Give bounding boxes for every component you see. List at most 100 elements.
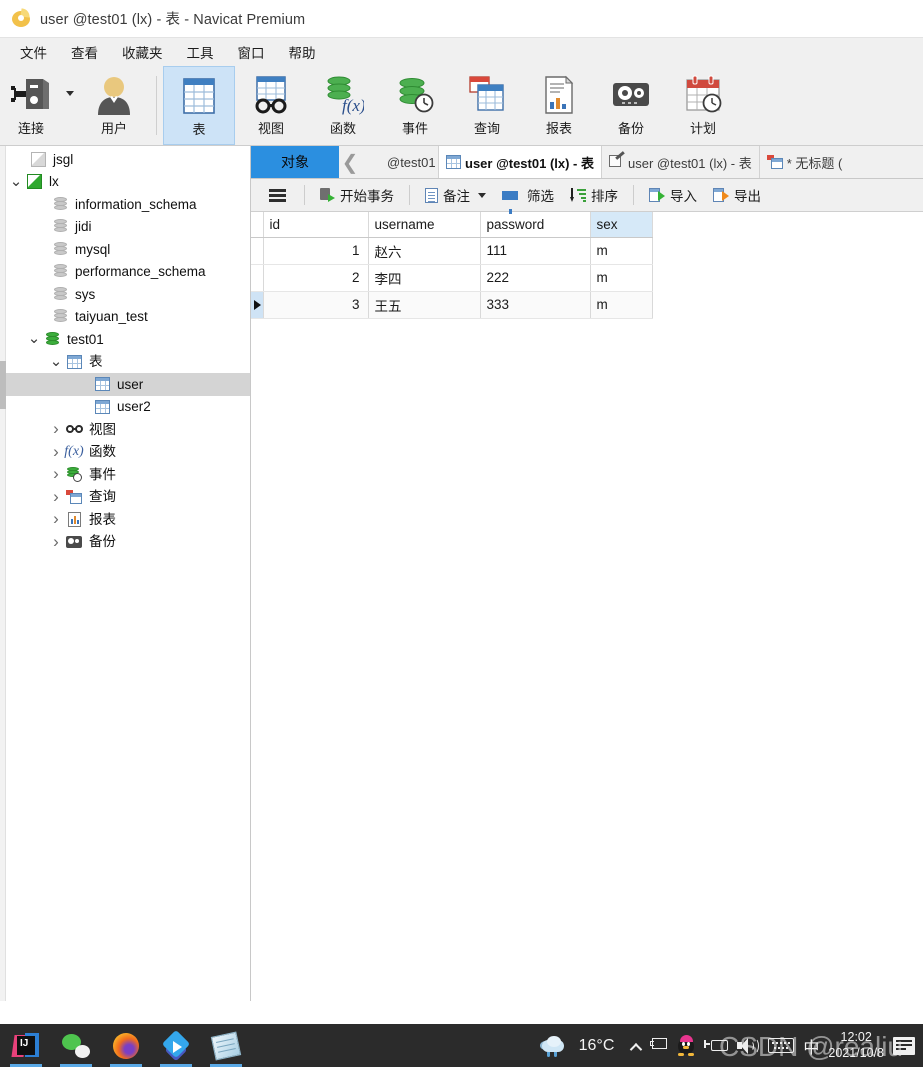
chevron-left-icon[interactable]: ❮ [339,146,361,178]
begin-transaction-button[interactable]: 开始事务 [313,182,401,208]
chevron-right-icon[interactable] [48,514,64,524]
taskbar-app-dingtalk[interactable] [156,1024,196,1067]
tree-item-views-folder[interactable]: 视图 [0,418,250,441]
cell-username[interactable]: 赵六 [368,237,481,265]
chevron-right-icon[interactable] [48,469,64,479]
connection-dropdown-caret[interactable] [62,66,78,145]
taskbar-app-wechat[interactable] [56,1024,96,1067]
tab-objects[interactable]: 对象 [251,146,339,178]
chevron-right-icon[interactable] [48,537,64,547]
grid-menu-button[interactable] [259,186,296,205]
filter-button[interactable]: 筛选 [495,182,561,214]
tree-item-jsgl[interactable]: jsgl [0,148,250,171]
column-header-id[interactable]: id [263,212,369,238]
ribbon-button-query[interactable]: 查询 [451,66,523,145]
taskbar-app-firefox[interactable] [106,1024,146,1067]
tree-item-mysql[interactable]: mysql [0,238,250,261]
tree-item-information-schema[interactable]: information_schema [0,193,250,216]
chevron-right-icon[interactable] [48,447,64,457]
qq-icon[interactable] [677,1035,695,1056]
ribbon-button-report[interactable]: 报表 [523,66,595,145]
table-row[interactable]: 1 赵六 111 m [251,237,653,265]
tab-user-table-data[interactable]: user @test01 (lx) - 表 [439,146,602,178]
begin-transaction-label: 开始事务 [340,189,394,204]
ribbon-button-user[interactable]: 用户 [78,66,150,145]
tree-item-performance-schema[interactable]: performance_schema [0,261,250,284]
menu-file[interactable]: 文件 [8,39,59,65]
cell-password[interactable]: 222 [480,264,591,292]
sort-button[interactable]: 排序 [563,182,625,208]
battery-icon[interactable] [704,1039,729,1053]
cell-id[interactable]: 1 [263,237,369,265]
taskbar-app-intellij-idea[interactable]: IJ [6,1024,46,1067]
cell-id[interactable]: 2 [263,264,369,292]
tab-untitled-query[interactable]: * 无标题 ( [759,146,850,178]
cell-sex[interactable]: m [590,237,653,265]
keyboard-icon[interactable] [768,1038,795,1053]
ribbon-button-view[interactable]: 视图 [235,66,307,145]
menu-help[interactable]: 帮助 [277,39,328,65]
clock[interactable]: 12:02 2021/10/8 [828,1030,884,1061]
tree-item-queries-folder[interactable]: 查询 [0,486,250,509]
chevron-down-icon[interactable] [8,179,24,185]
row-indicator[interactable] [251,264,264,292]
row-indicator-current[interactable] [251,291,264,319]
ime-indicator[interactable]: 中 [803,1034,819,1058]
chevron-down-icon[interactable] [48,359,64,365]
chevron-right-icon[interactable] [48,492,64,502]
ribbon-button-table[interactable]: 表 [163,66,235,145]
tree-item-user2[interactable]: user2 [0,396,250,419]
tree-item-user[interactable]: user [0,373,250,396]
cell-username[interactable]: 王五 [368,291,481,319]
tree-item-taiyuan-test[interactable]: taiyuan_test [0,306,250,329]
import-button[interactable]: 导入 [642,182,704,208]
rain-cloud-icon[interactable] [539,1035,570,1057]
column-header-username[interactable]: username [368,212,481,238]
cell-id[interactable]: 3 [263,291,369,319]
ribbon-button-schedule[interactable]: 计划 [667,66,739,145]
sidebar-scrollbar[interactable] [0,146,6,1001]
taskbar-app-notepad[interactable] [206,1024,246,1067]
export-button[interactable]: 导出 [706,182,768,208]
ribbon-button-connection[interactable]: 连接 [0,66,62,145]
menu-window[interactable]: 窗口 [226,39,277,65]
note-button[interactable]: 备注 [418,182,493,208]
tree-item-backups-folder[interactable]: 备份 [0,531,250,554]
tree-item-tables-folder[interactable]: 表 [0,351,250,374]
tree-item-functions-folder[interactable]: f(x) 函数 [0,441,250,464]
cell-username[interactable]: 李四 [368,264,481,292]
cell-password[interactable]: 111 [480,237,591,265]
menu-view[interactable]: 查看 [59,39,110,65]
tree-item-sys[interactable]: sys [0,283,250,306]
show-hidden-icons-icon[interactable] [629,1040,641,1052]
network-monitor-icon[interactable] [650,1038,668,1053]
notification-center-icon[interactable] [893,1036,915,1055]
tree-item-jidi[interactable]: jidi [0,216,250,239]
menu-favorites[interactable]: 收藏夹 [110,39,175,65]
data-grid[interactable]: id username password sex 1 赵六 111 m 2 李四… [251,212,923,1001]
tree-item-reports-folder[interactable]: 报表 [0,508,250,531]
chevron-down-icon[interactable] [26,336,42,342]
cell-password[interactable]: 333 [480,291,591,319]
ribbon-button-backup[interactable]: 备份 [595,66,667,145]
chevron-right-icon[interactable] [48,424,64,434]
volume-icon[interactable] [737,1037,760,1054]
tab-test01-truncated[interactable]: @test01 (lx... [361,146,439,178]
sidebar-scrollbar-thumb[interactable] [0,361,6,409]
chevron-down-icon[interactable] [478,192,486,198]
tree-item-lx[interactable]: lx [0,171,250,194]
tab-user-table-design[interactable]: user @test01 (lx) - 表 [602,146,760,178]
tree-item-events-folder[interactable]: 事件 [0,463,250,486]
cell-sex[interactable]: m [590,264,653,292]
temperature-label[interactable]: 16°C [579,1037,615,1055]
ribbon-button-event[interactable]: 事件 [379,66,451,145]
table-row[interactable]: 3 王五 333 m [251,291,653,319]
menu-tools[interactable]: 工具 [175,39,226,65]
tree-item-test01[interactable]: test01 [0,328,250,351]
ribbon-button-function[interactable]: f(x) 函数 [307,66,379,145]
row-indicator[interactable] [251,237,264,265]
table-row[interactable]: 2 李四 222 m [251,264,653,292]
cell-sex[interactable]: m [590,291,653,319]
column-header-password[interactable]: password [480,212,591,238]
column-header-sex[interactable]: sex [590,212,653,238]
